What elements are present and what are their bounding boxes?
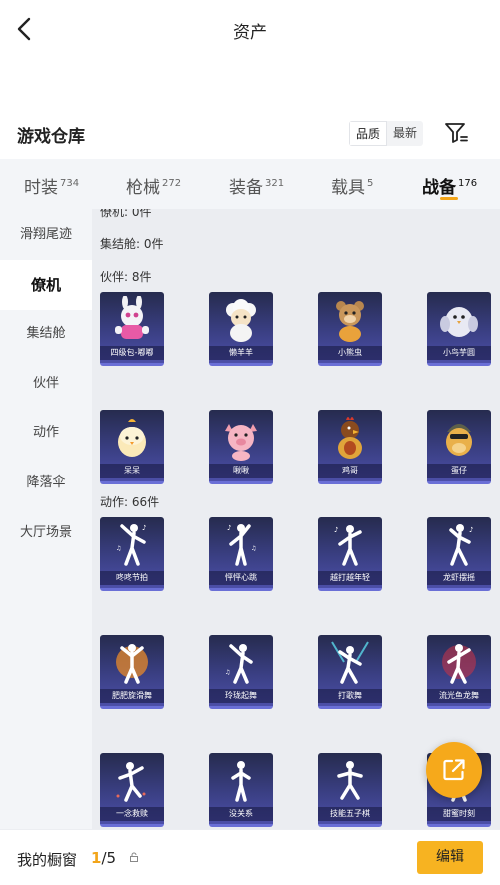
item-list[interactable]: 僚机: 0件 集结舱: 0件 伙伴: 8件 动作: 66件 四级包-嘟嘟 懒羊羊… [92,209,500,829]
action-name: 打歌舞 [318,689,382,703]
action-name: 肥肥旋滑舞 [100,689,164,703]
svg-text:♫: ♫ [116,545,121,552]
action-card[interactable]: ♪ 龙虾摆摇 [427,517,491,591]
share-export-icon [443,759,465,781]
tab-combat-gear[interactable]: 战备 176 [422,173,477,198]
action-card[interactable]: 没关系 [209,753,273,827]
sidebar-item-lobby-scene[interactable]: 大厅场景 [0,508,92,558]
top-bar: 资产 [0,0,500,58]
tab-guns[interactable]: 枪械 272 [126,173,181,198]
partner-card[interactable]: 蛋仔 [427,410,491,484]
dancer-dragon-icon [442,643,476,684]
action-name: 咚咚节拍 [100,571,164,585]
partner-card[interactable]: 四级包-嘟嘟 [100,292,164,366]
action-name: 流光鱼龙舞 [427,689,491,703]
partner-name: 小鸟芋圆 [427,346,491,360]
sidebar-item-action[interactable]: 动作 [0,408,92,458]
action-card[interactable]: ♪ 越打越年轻 [318,517,382,591]
bear-icon [336,300,364,342]
sidebar-item-parachute[interactable]: 降落伞 [0,458,92,508]
svg-text:♪: ♪ [227,524,231,532]
action-card[interactable]: ♫ 玲珑起舞 [209,635,273,709]
dancer-icon [231,760,251,802]
sidebar: 滑翔尾迹 僚机 集结舱 伙伴 动作 降落伞 大厅场景 [0,209,92,829]
action-name: 甜蜜时刻 [427,807,491,821]
category-tabs: 时装 734 枪械 272 装备 321 载具 5 战备 176 [0,159,500,209]
sidebar-item-partner[interactable]: 伙伴 [0,359,92,409]
showcase-label: 我的橱窗 [17,851,78,869]
dancer-icon: ♪♫ [116,523,146,566]
sort-toggle: 品质 最新 [349,121,424,146]
edit-button[interactable]: 编辑 [417,841,483,874]
svg-text:♫: ♫ [225,669,230,676]
partner-card[interactable]: 懒羊羊 [209,292,273,366]
sidebar-item-wingman[interactable]: 僚机 [0,260,92,310]
svg-text:♫: ♫ [251,545,256,552]
section-label-partners: 伙伴: 8件 [100,270,152,284]
partner-name: 小熊虫 [318,346,382,360]
action-name: 越打越年轻 [318,571,382,585]
egg-soldier-icon [446,423,472,456]
dancer-icon [337,760,363,800]
dancer-burst-icon [116,643,148,684]
sort-quality-button[interactable]: 品质 [349,121,388,146]
partner-card[interactable]: 鸡哥 [318,410,382,484]
dancer-icon [116,761,146,802]
rooster-icon [338,416,362,459]
action-card[interactable]: ♪ ♫ 咚咚节拍 [100,517,164,591]
tab-fashion[interactable]: 时装 734 [24,173,79,198]
action-card[interactable]: ♪ ♫ 怦怦心跳 [209,517,273,591]
action-card[interactable]: 技能五子棋 [318,753,382,827]
partner-card[interactable]: 啾啾 [209,410,273,484]
partner-name: 蛋仔 [427,464,491,478]
partner-card[interactable]: 小熊虫 [318,292,382,366]
svg-text:♪: ♪ [334,526,338,534]
sort-latest-button[interactable]: 最新 [387,121,423,146]
action-name: 一念救赎 [100,807,164,821]
dancer-icon: ♪♫ [227,523,256,566]
action-name: 没关系 [209,807,273,821]
action-name: 技能五子棋 [318,807,382,821]
svg-text:♪: ♪ [469,526,473,534]
action-name: 玲珑起舞 [209,689,273,703]
dancer-icon: ♫ [225,643,253,684]
lock-icon [130,852,138,862]
partner-name: 四级包-嘟嘟 [100,346,164,360]
action-card[interactable]: 流光鱼龙舞 [427,635,491,709]
section-label-wingman: 僚机: 0件 [100,209,152,219]
section-label-actions: 动作: 66件 [100,495,160,509]
action-card[interactable]: 一念救赎 [100,753,164,827]
dancer-icon: ♪ [449,523,473,566]
pig-icon [225,423,257,461]
robot-bunny-icon [115,295,149,339]
filter-icon[interactable] [444,121,468,145]
partner-name: 呆呆 [100,464,164,478]
action-name: 龙虾摆摇 [427,571,491,585]
active-tab-indicator [440,197,458,200]
action-card[interactable]: 打歌舞 [318,635,382,709]
sidebar-item-capsule[interactable]: 集结舱 [0,309,92,359]
section-label-capsule: 集结舱: 0件 [100,237,164,251]
warehouse-title: 游戏仓库 [17,127,85,147]
share-button[interactable] [426,742,482,798]
showcase-count: 1/5 [91,849,117,867]
bottom-bar: 我的橱窗 1/5 编辑 [0,829,500,885]
tab-vehicles[interactable]: 载具 5 [331,173,373,198]
sidebar-item-glide-trail[interactable]: 滑翔尾迹 [0,210,92,260]
partner-card[interactable]: 呆呆 [100,410,164,484]
partner-name: 啾啾 [209,464,273,478]
page-title: 资产 [233,23,267,43]
svg-text:♪: ♪ [142,524,146,532]
tab-equipment[interactable]: 装备 321 [229,173,284,198]
partner-name: 鸡哥 [318,464,382,478]
dancer-icon: ♪ [334,524,362,566]
dancer-lights-icon [331,640,369,684]
bird-icon [440,306,478,337]
partner-card[interactable]: 小鸟芋圆 [427,292,491,366]
sheep-icon [226,298,256,342]
action-card[interactable]: 肥肥旋滑舞 [100,635,164,709]
partner-name: 懒羊羊 [209,346,273,360]
action-name: 怦怦心跳 [209,571,273,585]
chick-icon [118,418,146,457]
